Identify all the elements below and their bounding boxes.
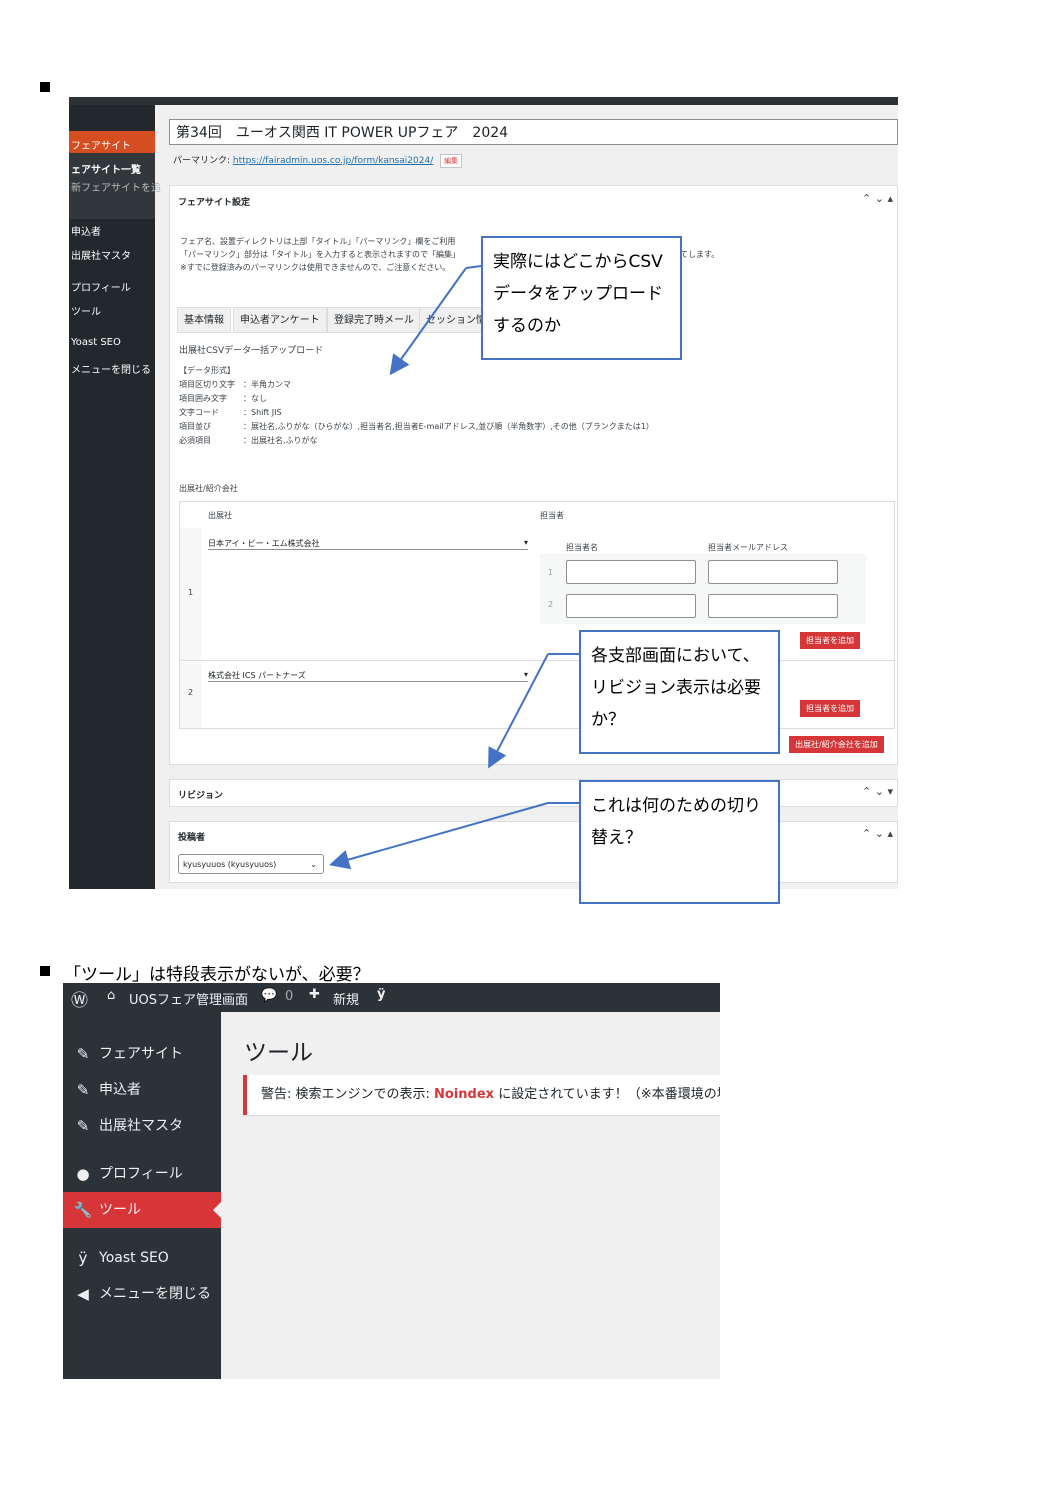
admin-bar: Ⓦ ⌂ UOSフェア管理画面 💬 0 ✚ 新規 ÿ: [63, 983, 720, 1012]
pin-icon: ✎: [76, 1117, 90, 1135]
arrow-csv: [389, 267, 467, 376]
notice-suffix: に設定されています！（※本番環境の場合: [494, 1087, 720, 1102]
collapse-icon: ◀: [77, 1285, 89, 1303]
menu-yoast-label: Yoast SEO: [99, 1250, 169, 1266]
comment-count: 0: [285, 989, 294, 1004]
screenshot-tools: Ⓦ ⌂ UOSフェア管理画面 💬 0 ✚ 新規 ÿ ✎ フェアサイト ✎ 申込者 ✎…: [63, 983, 720, 1379]
noindex-notice: 警告: 検索エンジンでの表示: Noindex に設定されています！（※本番環境…: [243, 1075, 720, 1115]
menu-collapse[interactable]: ◀ メニューを閉じる: [63, 1276, 221, 1312]
arrow-author: [329, 802, 549, 870]
comment-icon[interactable]: 💬: [261, 988, 277, 1003]
notice-noindex: Noindex: [434, 1087, 495, 1102]
notice-prefix: 警告: 検索エンジンでの表示:: [261, 1087, 435, 1102]
pin-icon: ✎: [76, 1045, 90, 1063]
user-icon: ●: [76, 1165, 90, 1183]
yoast-icon: ÿ: [78, 1249, 88, 1267]
home-icon: ⌂: [107, 988, 116, 1003]
menu-fair[interactable]: ✎ フェアサイト: [63, 1036, 221, 1072]
menu-tools-label: ツール: [99, 1202, 141, 1218]
menu-collapse-label: メニューを閉じる: [99, 1286, 211, 1302]
current-menu-pointer: [213, 1202, 221, 1218]
menu-profile-label: プロフィール: [99, 1166, 183, 1182]
wrench-icon: 🔧: [73, 1201, 93, 1219]
menu-profile[interactable]: ● プロフィール: [63, 1156, 221, 1192]
menu-exhibitor-label: 出展社マスタ: [99, 1118, 183, 1134]
bullet-2: [40, 966, 50, 976]
arrow-revision: [488, 653, 549, 769]
page-title: ツール: [244, 1040, 313, 1066]
admin-sidebar: ✎ フェアサイト ✎ 申込者 ✎ 出展社マスタ ● プロフィール 🔧 ツール ÿ Yoast…: [63, 1012, 221, 1379]
site-name[interactable]: UOSフェア管理画面: [129, 989, 248, 1008]
menu-applicants[interactable]: ✎ 申込者: [63, 1072, 221, 1108]
menu-fair-label: フェアサイト: [99, 1046, 183, 1062]
menu-tools[interactable]: 🔧 ツール: [63, 1192, 221, 1228]
menu-yoast[interactable]: ÿ Yoast SEO: [63, 1240, 221, 1276]
wordpress-icon[interactable]: Ⓦ: [71, 986, 88, 1011]
menu-exhibitor-master[interactable]: ✎ 出展社マスタ: [63, 1108, 221, 1144]
plus-icon: ✚: [309, 987, 320, 1002]
new-label[interactable]: 新規: [333, 989, 359, 1008]
yoast-icon[interactable]: ÿ: [377, 987, 385, 1002]
menu-applicants-label: 申込者: [99, 1082, 141, 1098]
pin-icon: ✎: [76, 1081, 90, 1099]
caption-tools: 「ツール」は特段表示がないが、必要？: [64, 965, 370, 985]
